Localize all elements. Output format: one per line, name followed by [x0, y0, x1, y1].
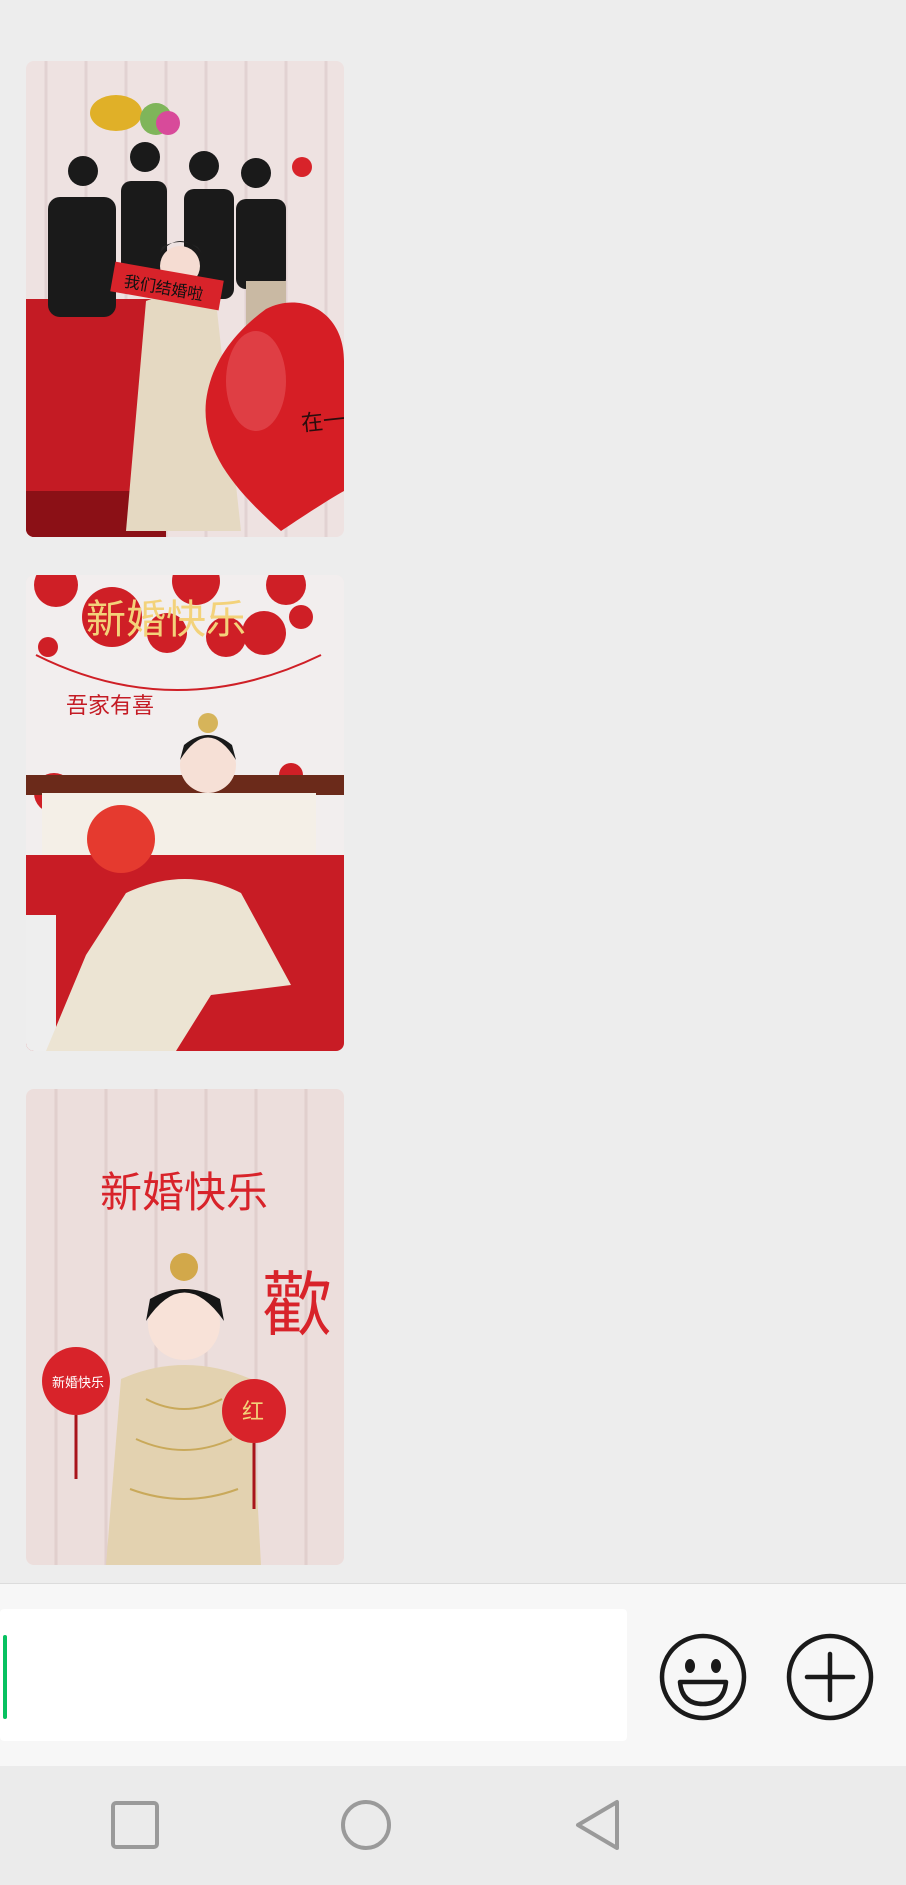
recent-apps-button[interactable]	[108, 1798, 162, 1852]
more-options-button[interactable]	[785, 1632, 875, 1722]
plus-circle-icon	[786, 1633, 874, 1721]
wall-text: 新婚快乐	[100, 1168, 268, 1217]
recent-apps-icon	[111, 1801, 159, 1849]
chat-image-1[interactable]: 我们结婚啦 在一起	[26, 61, 344, 537]
emoji-button[interactable]	[658, 1632, 748, 1722]
message-input[interactable]	[0, 1609, 627, 1741]
right-sign-text: 红	[242, 1400, 264, 1425]
system-navigation-bar	[0, 1766, 906, 1885]
wall-character: 歡	[262, 1264, 332, 1346]
chat-image-2[interactable]: 新婚快乐 吾家有喜	[26, 575, 344, 1051]
composer-bar	[0, 1583, 906, 1767]
back-icon	[576, 1800, 619, 1850]
home-button[interactable]	[339, 1798, 393, 1852]
chat-image-3[interactable]: 新婚快乐 歡 新婚快乐 红	[26, 1089, 344, 1565]
wall-text: 新婚快乐	[86, 597, 246, 643]
smiley-icon	[659, 1633, 747, 1721]
home-icon	[341, 1800, 391, 1850]
left-sign-text: 新婚快乐	[52, 1375, 104, 1391]
text-caret	[3, 1635, 7, 1719]
banner-text: 吾家有喜	[66, 694, 154, 719]
chat-message-area: 我们结婚啦 在一起 新婚快乐 吾家有喜 新婚快乐 歡 新婚快乐 红	[0, 0, 906, 1583]
back-button[interactable]	[570, 1798, 624, 1852]
